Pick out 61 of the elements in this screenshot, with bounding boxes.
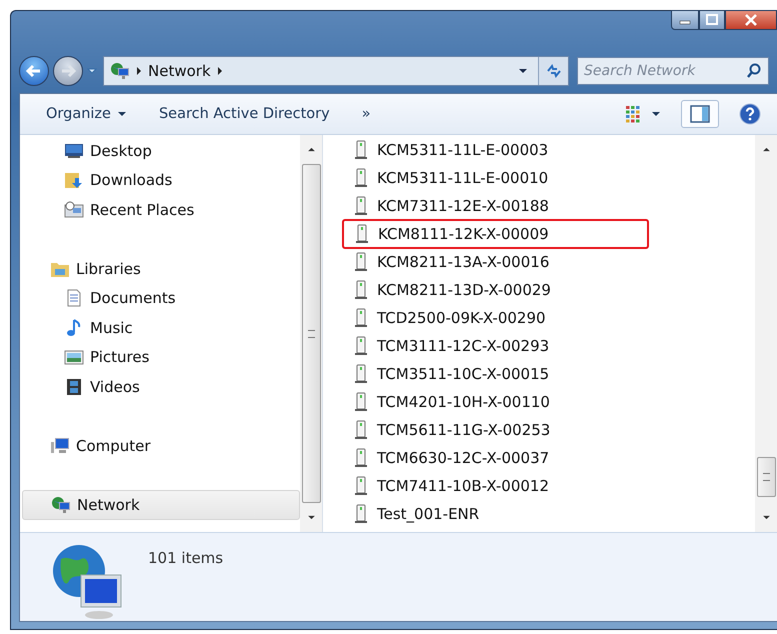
sidebar-item[interactable]: Pictures: [22, 342, 300, 372]
network-computer-item[interactable]: TCM3111-12C-X-00293: [343, 332, 663, 360]
folder-icon: [64, 170, 84, 190]
scrollbar[interactable]: [755, 135, 777, 532]
film-icon: [64, 376, 84, 397]
toolbar-button[interactable]: Search Active Directory: [150, 102, 338, 126]
network-computer-item[interactable]: TCD2500-09K-X-00290: [343, 304, 663, 332]
refresh-icon: [544, 63, 562, 79]
preview-pane-button[interactable]: [681, 100, 719, 128]
maximize-icon: [705, 14, 719, 26]
sidebar-item[interactable]: Desktop: [22, 136, 300, 166]
sidebar-item[interactable]: Music: [22, 313, 300, 342]
sidebar-item[interactable]: Videos: [22, 372, 300, 402]
network-computer-item[interactable]: TCM4201-10H-X-00110: [343, 388, 663, 416]
forward-button[interactable]: [53, 56, 83, 86]
minimize-button[interactable]: [671, 10, 699, 30]
network-computer-item[interactable]: KCM5311-11L-E-00003: [343, 136, 663, 164]
breadcrumb-arrow-icon[interactable]: [216, 66, 223, 76]
recent-places-icon: [64, 200, 84, 220]
close-icon: [744, 14, 758, 26]
computer-icon: [50, 436, 70, 456]
search-field[interactable]: Search Network: [577, 57, 769, 85]
network-computer-item[interactable]: TCM5611-11G-X-00253: [343, 416, 663, 444]
close-button[interactable]: [725, 10, 777, 30]
sidebar-item[interactable]: Network: [22, 490, 300, 520]
scroll-down-arrow-icon[interactable]: [306, 515, 316, 520]
breadcrumb-arrow-icon[interactable]: [136, 66, 142, 76]
sidebar-item[interactable]: Documents: [22, 284, 300, 313]
network-computer-item[interactable]: Test_001-ENR: [343, 500, 663, 528]
network-computer-item[interactable]: TCM3511-10C-X-00015: [343, 360, 663, 388]
help-icon: [739, 103, 761, 125]
network-computer-item[interactable]: TCM6630-12C-X-00037: [343, 444, 663, 472]
item-count: 101 items: [148, 549, 224, 567]
scrollbar[interactable]: [300, 135, 322, 532]
sidebar-item[interactable]: Computer: [22, 431, 300, 460]
sidebar-item[interactable]: Libraries: [22, 254, 300, 284]
network-icon: [51, 494, 71, 515]
scroll-up-arrow-icon[interactable]: [306, 147, 316, 152]
network-computer-item[interactable]: KCM7311-12E-X-00188: [343, 192, 663, 220]
network-computer-item[interactable]: TCM7411-10B-X-00012: [343, 472, 663, 500]
dropdown-arrow-icon: [116, 111, 127, 117]
network-icon: [110, 61, 130, 81]
back-button[interactable]: [19, 56, 49, 86]
dropdown-arrow-icon: [651, 111, 661, 117]
network-computer-item[interactable]: KCM8211-13D-X-00029: [343, 276, 663, 304]
breadcrumb-item: Network: [148, 62, 211, 80]
sidebar-item[interactable]: Recent Places: [22, 195, 300, 224]
scroll-down-arrow-icon[interactable]: [762, 515, 770, 520]
sidebar-item[interactable]: Downloads: [22, 166, 300, 195]
maximize-button[interactable]: [699, 10, 725, 30]
menu-button[interactable]: Organize: [38, 102, 135, 126]
address-bar[interactable]: Network: [103, 56, 569, 86]
network-computer-item[interactable]: KCM8111-12K-X-00009: [343, 220, 648, 248]
preview-pane-icon: [690, 105, 710, 123]
scroll-up-arrow-icon[interactable]: [762, 147, 770, 152]
network-computer-item[interactable]: KCM8211-13A-X-00016: [343, 248, 663, 276]
dropdown-arrow-icon[interactable]: [518, 68, 528, 74]
toolbar-button[interactable]: »: [354, 102, 379, 126]
refresh-button[interactable]: [538, 57, 568, 85]
network-computer-item[interactable]: KCM5311-11L-E-00010: [343, 164, 663, 192]
search-icon: [746, 63, 762, 79]
